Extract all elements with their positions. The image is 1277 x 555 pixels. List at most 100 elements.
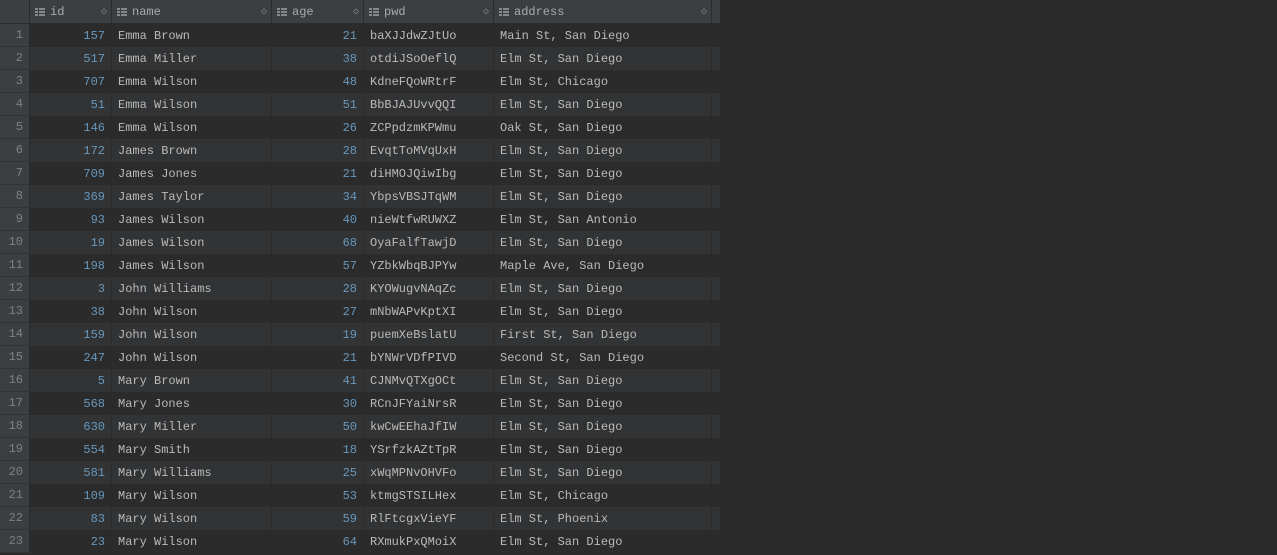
row-number[interactable]: 8 xyxy=(0,185,30,208)
table-row[interactable]: 18630Mary Miller50kwCwEEhaJfIWElm St, Sa… xyxy=(0,415,720,438)
cell-age[interactable]: 64 xyxy=(272,530,364,553)
table-row[interactable]: 21109Mary Wilson53ktmgSTSILHexElm St, Ch… xyxy=(0,484,720,507)
row-number[interactable]: 23 xyxy=(0,530,30,553)
table-row[interactable]: 1157Emma Brown21baXJJdwZJtUoMain St, San… xyxy=(0,24,720,47)
cell-name[interactable]: Mary Brown xyxy=(112,369,272,392)
cell-pwd[interactable]: baXJJdwZJtUo xyxy=(364,24,494,47)
row-number[interactable]: 10 xyxy=(0,231,30,254)
cell-id[interactable]: 159 xyxy=(30,323,112,346)
cell-name[interactable]: John Wilson xyxy=(112,346,272,369)
table-row[interactable]: 14159John Wilson19puemXeBslatUFirst St, … xyxy=(0,323,720,346)
cell-pwd[interactable]: otdiJSoOeflQ xyxy=(364,47,494,70)
cell-age[interactable]: 21 xyxy=(272,346,364,369)
cell-name[interactable]: Emma Wilson xyxy=(112,116,272,139)
cell-address[interactable]: Second St, San Diego xyxy=(494,346,712,369)
row-number[interactable]: 20 xyxy=(0,461,30,484)
column-header-id[interactable]: id ◇ xyxy=(30,0,112,23)
cell-address[interactable]: Elm St, San Diego xyxy=(494,415,712,438)
cell-pwd[interactable]: OyaFalfTawjD xyxy=(364,231,494,254)
cell-name[interactable]: Mary Miller xyxy=(112,415,272,438)
cell-address[interactable]: Oak St, San Diego xyxy=(494,116,712,139)
cell-id[interactable]: 93 xyxy=(30,208,112,231)
row-number[interactable]: 5 xyxy=(0,116,30,139)
cell-pwd[interactable]: BbBJAJUvvQQI xyxy=(364,93,494,116)
cell-pwd[interactable]: KdneFQoWRtrF xyxy=(364,70,494,93)
cell-address[interactable]: Elm St, San Diego xyxy=(494,162,712,185)
column-header-address[interactable]: address ◇ xyxy=(494,0,712,23)
table-row[interactable]: 1019James Wilson68OyaFalfTawjDElm St, Sa… xyxy=(0,231,720,254)
cell-name[interactable]: Mary Williams xyxy=(112,461,272,484)
row-number[interactable]: 16 xyxy=(0,369,30,392)
column-header-pwd[interactable]: pwd ◇ xyxy=(364,0,494,23)
cell-id[interactable]: 5 xyxy=(30,369,112,392)
cell-pwd[interactable]: CJNMvQTXgOCt xyxy=(364,369,494,392)
cell-address[interactable]: Elm St, San Diego xyxy=(494,530,712,553)
cell-age[interactable]: 34 xyxy=(272,185,364,208)
cell-address[interactable]: Elm St, Chicago xyxy=(494,484,712,507)
row-number[interactable]: 3 xyxy=(0,70,30,93)
cell-name[interactable]: James Brown xyxy=(112,139,272,162)
cell-name[interactable]: Mary Wilson xyxy=(112,507,272,530)
table-row[interactable]: 2517Emma Miller38otdiJSoOeflQElm St, San… xyxy=(0,47,720,70)
cell-address[interactable]: Elm St, San Diego xyxy=(494,438,712,461)
cell-address[interactable]: Elm St, San Diego xyxy=(494,93,712,116)
cell-address[interactable]: Elm St, San Diego xyxy=(494,185,712,208)
cell-name[interactable]: Mary Jones xyxy=(112,392,272,415)
cell-age[interactable]: 40 xyxy=(272,208,364,231)
cell-address[interactable]: Elm St, San Diego xyxy=(494,369,712,392)
cell-name[interactable]: James Wilson xyxy=(112,208,272,231)
row-number[interactable]: 2 xyxy=(0,47,30,70)
cell-age[interactable]: 25 xyxy=(272,461,364,484)
cell-address[interactable]: Elm St, San Diego xyxy=(494,392,712,415)
cell-id[interactable]: 109 xyxy=(30,484,112,507)
table-row[interactable]: 6172James Brown28EvqtToMVqUxHElm St, San… xyxy=(0,139,720,162)
cell-address[interactable]: Elm St, San Diego xyxy=(494,139,712,162)
cell-name[interactable]: John Wilson xyxy=(112,323,272,346)
cell-age[interactable]: 28 xyxy=(272,277,364,300)
row-number[interactable]: 14 xyxy=(0,323,30,346)
column-header-age[interactable]: age ◇ xyxy=(272,0,364,23)
table-row[interactable]: 7709James Jones21diHMOJQiwIbgElm St, San… xyxy=(0,162,720,185)
cell-age[interactable]: 50 xyxy=(272,415,364,438)
cell-address[interactable]: Main St, San Diego xyxy=(494,24,712,47)
row-number[interactable]: 18 xyxy=(0,415,30,438)
cell-id[interactable]: 146 xyxy=(30,116,112,139)
table-row[interactable]: 165Mary Brown41CJNMvQTXgOCtElm St, San D… xyxy=(0,369,720,392)
cell-name[interactable]: Mary Wilson xyxy=(112,484,272,507)
table-row[interactable]: 20581Mary Williams25xWqMPNvOHVFoElm St, … xyxy=(0,461,720,484)
cell-id[interactable]: 709 xyxy=(30,162,112,185)
row-number[interactable]: 19 xyxy=(0,438,30,461)
cell-id[interactable]: 554 xyxy=(30,438,112,461)
cell-name[interactable]: James Taylor xyxy=(112,185,272,208)
cell-id[interactable]: 369 xyxy=(30,185,112,208)
cell-pwd[interactable]: ktmgSTSILHex xyxy=(364,484,494,507)
table-row[interactable]: 17568Mary Jones30RCnJFYaiNrsRElm St, San… xyxy=(0,392,720,415)
cell-pwd[interactable]: ZCPpdzmKPWmu xyxy=(364,116,494,139)
column-header-name[interactable]: name ◇ xyxy=(112,0,272,23)
table-row[interactable]: 993James Wilson40nieWtfwRUWXZElm St, San… xyxy=(0,208,720,231)
row-number[interactable]: 6 xyxy=(0,139,30,162)
cell-name[interactable]: Mary Wilson xyxy=(112,530,272,553)
cell-age[interactable]: 68 xyxy=(272,231,364,254)
cell-name[interactable]: James Wilson xyxy=(112,254,272,277)
cell-address[interactable]: Elm St, Chicago xyxy=(494,70,712,93)
row-number[interactable]: 11 xyxy=(0,254,30,277)
cell-id[interactable]: 38 xyxy=(30,300,112,323)
cell-address[interactable]: Elm St, San Diego xyxy=(494,231,712,254)
row-number[interactable]: 13 xyxy=(0,300,30,323)
cell-name[interactable]: John Williams xyxy=(112,277,272,300)
table-row[interactable]: 3707Emma Wilson48KdneFQoWRtrFElm St, Chi… xyxy=(0,70,720,93)
cell-pwd[interactable]: puemXeBslatU xyxy=(364,323,494,346)
cell-pwd[interactable]: xWqMPNvOHVFo xyxy=(364,461,494,484)
cell-id[interactable]: 23 xyxy=(30,530,112,553)
cell-pwd[interactable]: EvqtToMVqUxH xyxy=(364,139,494,162)
cell-id[interactable]: 198 xyxy=(30,254,112,277)
cell-id[interactable]: 51 xyxy=(30,93,112,116)
cell-name[interactable]: Emma Brown xyxy=(112,24,272,47)
cell-name[interactable]: James Jones xyxy=(112,162,272,185)
cell-age[interactable]: 18 xyxy=(272,438,364,461)
cell-id[interactable]: 568 xyxy=(30,392,112,415)
cell-id[interactable]: 157 xyxy=(30,24,112,47)
cell-age[interactable]: 26 xyxy=(272,116,364,139)
row-number[interactable]: 4 xyxy=(0,93,30,116)
